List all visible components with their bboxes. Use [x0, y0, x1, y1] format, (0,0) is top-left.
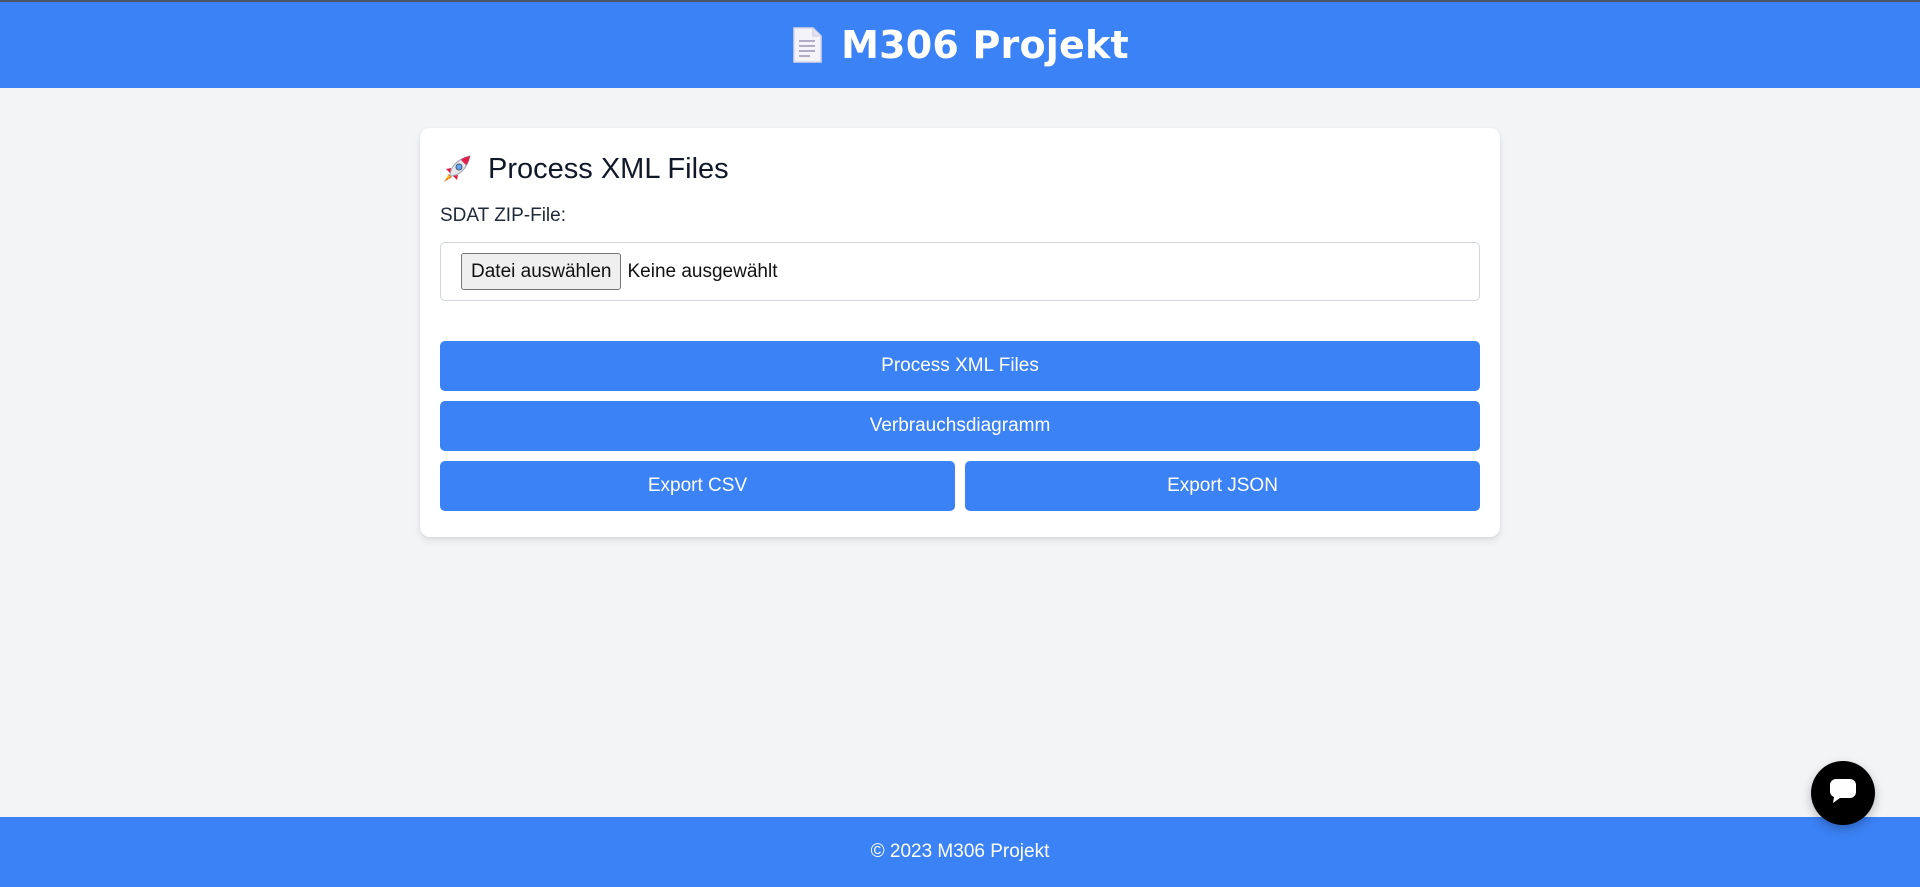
chat-button[interactable]: [1811, 761, 1875, 825]
page-title: M306 Projekt: [841, 23, 1129, 67]
document-icon: [791, 26, 823, 64]
consumption-chart-button[interactable]: Verbrauchsdiagramm: [440, 401, 1480, 451]
file-label: SDAT ZIP-File:: [440, 205, 566, 226]
file-input[interactable]: Datei auswählen Keine ausgewählt: [440, 242, 1480, 301]
choose-file-button[interactable]: Datei auswählen: [461, 253, 622, 290]
page-footer: © 2023 M306 Projekt: [0, 817, 1920, 887]
page-header: M306 Projekt: [0, 2, 1920, 88]
process-card: Process XML Files SDAT ZIP-File: Datei a…: [420, 128, 1500, 537]
card-title: Process XML Files: [488, 152, 729, 185]
process-xml-button[interactable]: Process XML Files: [440, 341, 1480, 391]
export-json-button[interactable]: Export JSON: [965, 461, 1480, 511]
export-buttons: Export CSV Export JSON: [440, 461, 1480, 511]
footer-text: © 2023 M306 Projekt: [870, 841, 1050, 862]
export-csv-button[interactable]: Export CSV: [440, 461, 955, 511]
brand: M306 Projekt: [791, 23, 1129, 67]
chat-bubble-icon: [1828, 777, 1858, 810]
file-status: Keine ausgewählt: [627, 260, 778, 282]
card-header: Process XML Files: [440, 148, 1480, 190]
rocket-icon: [440, 152, 474, 186]
